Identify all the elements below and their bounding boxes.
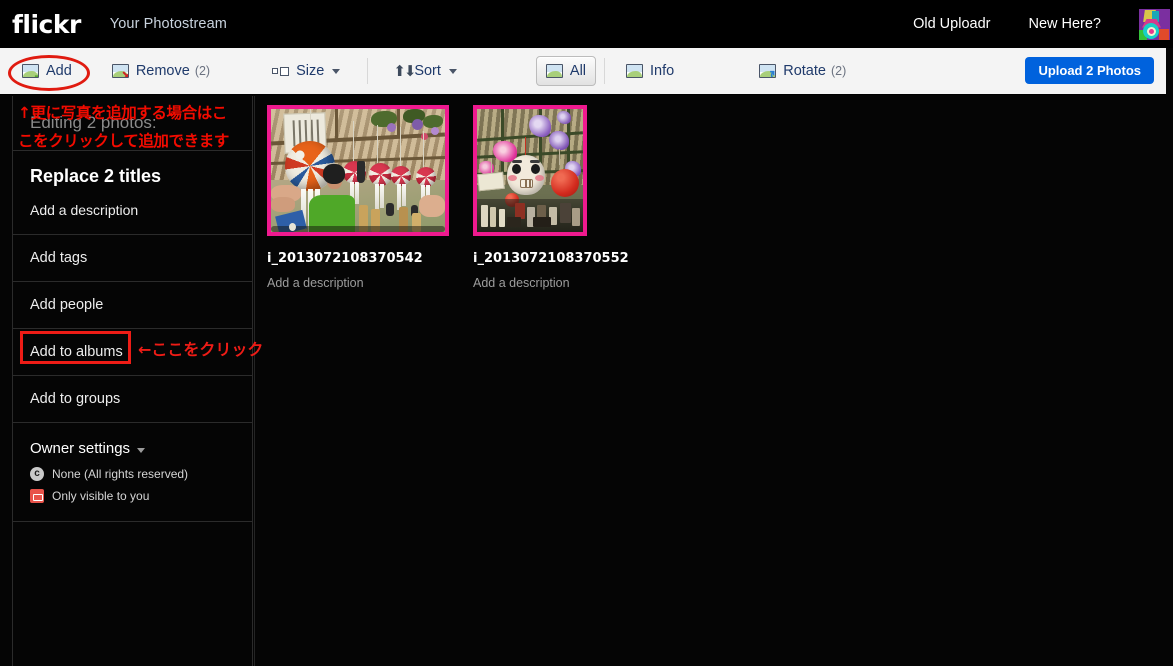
page-title[interactable]: Your Photostream <box>110 16 227 32</box>
chevron-down-icon <box>332 68 341 74</box>
purple-flower <box>529 115 551 137</box>
add-tags-label: Add tags <box>30 250 88 266</box>
flickr-logo[interactable]: flickr <box>12 12 81 37</box>
photo-thumbnail-2[interactable] <box>473 105 587 236</box>
photo-description[interactable]: Add a description <box>473 276 587 290</box>
photo-cell: i_2013072108370552 Add a description <box>473 105 629 290</box>
tab-all-label: All <box>569 63 587 79</box>
owner-settings-toggle[interactable]: Owner settings <box>30 440 235 457</box>
remove-button[interactable]: ✕ Remove (2) <box>103 56 219 87</box>
remove-button-count: (2) <box>194 64 211 78</box>
size-icon <box>272 66 290 76</box>
info-photo-icon: i <box>626 64 644 78</box>
add-button[interactable]: + Add <box>13 56 81 87</box>
replace-titles-field[interactable]: Replace 2 titles <box>30 166 235 187</box>
photo-title[interactable]: i_2013072108370552 <box>473 251 629 266</box>
content-left-divider <box>254 96 255 666</box>
add-button-label: Add <box>46 63 72 79</box>
tab-info[interactable]: i Info <box>617 56 683 87</box>
sidebar-item-add-to-groups[interactable]: Add to groups <box>13 376 252 423</box>
add-to-albums-label: Add to albums <box>30 344 123 360</box>
nav-link-new-here[interactable]: New Here? <box>1028 16 1101 32</box>
chevron-down-icon <box>137 447 146 453</box>
add-to-albums-row[interactable]: Add to albums <box>13 329 252 376</box>
sidebar-heading-label: Editing 2 photos: <box>30 113 157 132</box>
remove-button-label: Remove <box>135 63 190 79</box>
privacy-option-label: Only visible to you <box>52 489 150 503</box>
photo-image-2 <box>477 109 583 232</box>
paper-card <box>477 171 505 192</box>
editing-sidebar: Editing 2 photos: Replace 2 titles Add a… <box>12 96 253 666</box>
toolbar-divider-1 <box>367 58 369 84</box>
add-photo-icon: + <box>22 64 39 78</box>
editor-toolbar: + Add ✕ Remove (2) Size <box>0 48 1166 95</box>
tab-all[interactable]: All <box>535 56 597 86</box>
avatar-shape-g <box>1159 28 1169 40</box>
photo-cell: i_2013072108370542 Add a description <box>267 105 449 290</box>
photo-thumbnail-1[interactable] <box>267 105 449 236</box>
lock-icon <box>30 489 44 503</box>
remove-photo-icon: ✕ <box>111 64 129 78</box>
rotate-button[interactable]: ↻ Rotate (2) <box>750 56 855 87</box>
privacy-option[interactable]: Only visible to you <box>30 489 235 503</box>
toolbar-group-left: + Add ✕ Remove (2) Size <box>13 48 855 95</box>
sort-button[interactable]: ⬆⬇ Sort <box>384 56 466 87</box>
sidebar-item-add-tags[interactable]: Add tags <box>13 235 252 282</box>
owner-settings-section: Owner settings c None (All rights reserv… <box>13 423 252 522</box>
all-photos-icon <box>545 64 563 78</box>
upload-photos-button[interactable]: Upload 2 Photos <box>1025 57 1154 84</box>
chevron-down-icon <box>448 68 457 74</box>
red-lantern <box>551 169 579 197</box>
add-description-field[interactable]: Add a description <box>30 202 235 218</box>
add-people-label: Add people <box>30 297 104 313</box>
size-button-label: Size <box>296 63 325 79</box>
nav-link-old-uploadr[interactable]: Old Uploadr <box>913 16 990 32</box>
photo-grid-area: i_2013072108370542 Add a description i_2… <box>254 96 1166 666</box>
photo-description[interactable]: Add a description <box>267 276 449 290</box>
rotate-button-label: Rotate <box>783 63 826 79</box>
license-option-label: None (All rights reserved) <box>52 467 189 481</box>
sidebar-item-add-people[interactable]: Add people <box>13 282 252 329</box>
license-option[interactable]: c None (All rights reserved) <box>30 467 235 481</box>
add-to-groups-label: Add to groups <box>30 391 121 407</box>
toolbar-divider-2 <box>487 58 488 84</box>
photo-image-1 <box>271 109 445 232</box>
daruma-lantern <box>507 155 545 195</box>
titles-description-block: Replace 2 titles Add a description <box>13 151 252 235</box>
avatar-shape-e <box>1147 26 1156 36</box>
avatar[interactable] <box>1139 8 1170 40</box>
sidebar-heading: Editing 2 photos: <box>13 96 252 151</box>
purple-flower <box>557 111 571 124</box>
tab-info-label: Info <box>650 63 675 79</box>
creative-commons-icon: c <box>30 467 44 481</box>
purple-flower <box>549 131 569 150</box>
rotate-button-count: (2) <box>830 64 847 78</box>
sort-icon: ⬆⬇ <box>393 62 416 80</box>
owner-settings-label: Owner settings <box>30 440 131 457</box>
flickr-uploadr-page: flickr Your Photostream Old Uploadr New … <box>0 0 1173 666</box>
nav-right-group: Old Uploadr New Here? <box>913 0 1173 48</box>
size-button[interactable]: Size <box>263 56 349 87</box>
photo-title[interactable]: i_2013072108370542 <box>267 251 449 266</box>
toolbar-divider-3 <box>604 58 606 84</box>
sort-button-label: Sort <box>414 63 441 79</box>
top-navigation-bar: flickr Your Photostream Old Uploadr New … <box>0 0 1173 48</box>
rotate-photo-icon: ↻ <box>759 64 777 78</box>
photo-grid: i_2013072108370542 Add a description i_2… <box>254 96 1166 290</box>
